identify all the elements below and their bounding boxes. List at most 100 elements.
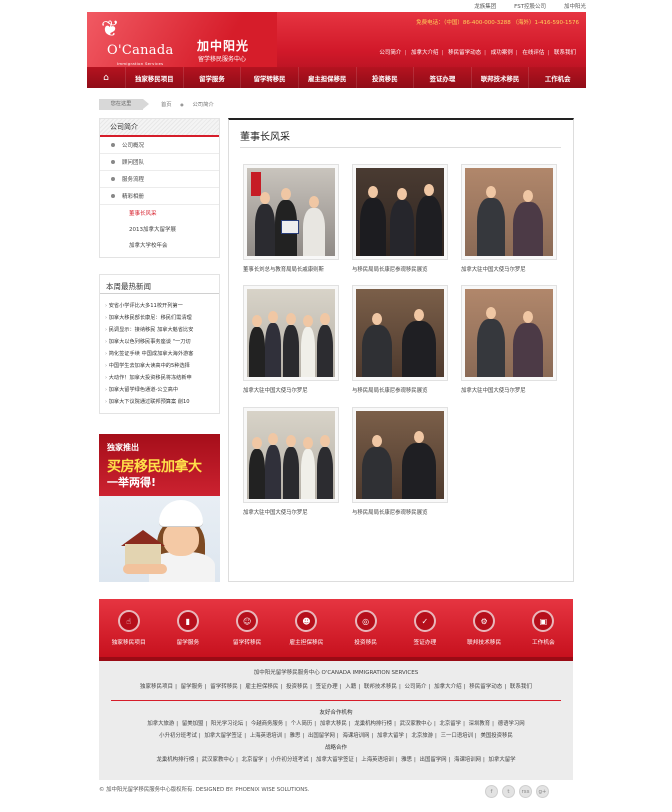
news-item[interactable]: 加拿大下议院通过联邦预算案 削10 — [100, 396, 219, 408]
twitter-icon[interactable]: t — [502, 785, 515, 798]
footer-link[interactable]: 投资移民 — [286, 684, 308, 690]
partner-link[interactable]: 加拿大留学签证 — [204, 733, 242, 739]
strategic-link[interactable]: 武汉家教中心 — [202, 757, 234, 763]
quicklink-about[interactable]: 公司简介 — [379, 50, 401, 56]
strategic-link[interactable]: 北京留学 — [242, 757, 264, 763]
top-link-fst[interactable]: FST控股公司 — [514, 4, 546, 10]
footer-service-investment[interactable]: ◎ 投资移民 — [336, 599, 395, 657]
strategic-link[interactable]: 加拿大留学签证 — [316, 757, 354, 763]
partner-link[interactable]: 三一口语培训 — [441, 733, 473, 739]
strategic-link[interactable]: 龙巢机构排行榜 — [156, 757, 194, 763]
sidebar-subitem-chairman[interactable]: 董事长风采 — [100, 205, 219, 221]
news-item[interactable]: 民调显示：接纳移民 加拿大魁省比安 — [100, 324, 219, 336]
partner-link[interactable]: 龙巢机构排行榜 — [354, 721, 392, 727]
sidebar-subitem-expo[interactable]: 2013加拿大留学展 — [100, 221, 219, 237]
top-link-jiazhong[interactable]: 加中阳光 — [564, 4, 586, 10]
footer-link[interactable]: 入籍 — [345, 684, 356, 690]
nav-skilled[interactable]: 联邦技术移民 — [470, 67, 529, 88]
photo-card[interactable]: 加拿大驻中国大使马尔罗尼 — [461, 285, 557, 394]
sidebar-item-album[interactable]: 精彩相册 — [100, 188, 219, 205]
partner-link[interactable]: 阳光学习论坛 — [211, 721, 243, 727]
google-plus-icon[interactable]: g+ — [536, 785, 549, 798]
footer-link[interactable]: 雇主担保移民 — [245, 684, 278, 690]
partner-link[interactable]: 美国投资移民 — [480, 733, 512, 739]
strategic-link[interactable]: 雅思 — [401, 757, 412, 763]
nav-study[interactable]: 留学服务 — [182, 67, 241, 88]
footer-service-study-immigrate[interactable]: ☺ 留学转移民 — [218, 599, 277, 657]
home-icon[interactable]: ⌂ — [87, 67, 125, 88]
photo-card[interactable]: 董事长刘总与教育局局长戚康则斯 — [243, 164, 339, 273]
news-item[interactable]: 简化签证手续 中国成加拿大海外游客 — [100, 348, 219, 360]
photo-card[interactable]: 加拿大驻中国大使马尔罗尼 — [243, 407, 339, 516]
footer-service-jobs[interactable]: ▣ 工作机会 — [514, 599, 573, 657]
quicklink-canada[interactable]: 加拿大介绍 — [411, 50, 439, 56]
footer-service-skilled[interactable]: ⚙ 联邦技术移民 — [455, 599, 514, 657]
nav-employer[interactable]: 雇主担保移民 — [297, 67, 356, 88]
sidebar-item-overview[interactable]: 公司概况 — [100, 137, 219, 154]
nav-visa[interactable]: 签证办理 — [413, 67, 471, 88]
top-link-longzu[interactable]: 龙族集团 — [474, 4, 496, 10]
footer-link[interactable]: 留学服务 — [181, 684, 203, 690]
nav-jobs[interactable]: 工作机会 — [528, 67, 586, 88]
strategic-link[interactable]: 出国留学网 — [420, 757, 447, 763]
partner-link[interactable]: 北京旅游 — [411, 733, 433, 739]
footer-link[interactable]: 联邦技术移民 — [364, 684, 397, 690]
footer-link[interactable]: 加拿大介绍 — [434, 684, 462, 690]
partner-link[interactable]: 留美加盟 — [182, 721, 204, 727]
quicklink-assess[interactable]: 在线评估 — [522, 50, 544, 56]
quicklink-news[interactable]: 移民留学动态 — [448, 50, 481, 56]
news-item[interactable]: 加拿大以色列移民事务座谈 "一刀切 — [100, 336, 219, 348]
partner-link[interactable]: 深圳教育 — [469, 721, 491, 727]
nav-study-to-immigrate[interactable]: 留学转移民 — [240, 67, 298, 88]
strategic-link[interactable]: 上海英语培训 — [361, 757, 393, 763]
footer-service-visa[interactable]: ✓ 签证办理 — [395, 599, 454, 657]
footer-link[interactable]: 留学转移民 — [210, 684, 238, 690]
footer-service-employer[interactable]: ☻ 雇主担保移民 — [277, 599, 336, 657]
photo-card[interactable]: 与移民局局长康尼参观移民展览 — [352, 164, 448, 273]
footer-service-exclusive[interactable]: ☝ 独家移民项目 — [99, 599, 158, 657]
footer-link[interactable]: 移民留学动态 — [469, 684, 502, 690]
news-item[interactable]: 安省小学评比大多11校开列第一 — [100, 300, 219, 312]
sidebar-item-team[interactable]: 顾问团队 — [100, 154, 219, 171]
quicklink-cases[interactable]: 成功案例 — [491, 50, 513, 56]
partner-link[interactable]: 武汉家教中心 — [400, 721, 432, 727]
partner-link[interactable]: 出国留学网 — [308, 733, 335, 739]
nav-exclusive[interactable]: 独家移民项目 — [125, 67, 183, 88]
footer-service-study[interactable]: ▮ 留学服务 — [158, 599, 217, 657]
strategic-link[interactable]: 小升初分班考试 — [271, 757, 309, 763]
partner-link[interactable]: 德语学习网 — [498, 721, 525, 727]
partner-link[interactable]: 加拿大留学 — [377, 733, 404, 739]
sidebar-item-label: 顾问团队 — [122, 160, 145, 166]
partner-link[interactable]: 今越商务服务 — [251, 721, 283, 727]
footer-link[interactable]: 公司简介 — [405, 684, 427, 690]
photo-card[interactable]: 与移民局局长康尼参观移民展览 — [352, 285, 448, 394]
news-item[interactable]: 加拿大留学绿色通道-公立高中 — [100, 384, 219, 396]
strategic-link[interactable]: 海课培训网 — [454, 757, 481, 763]
partner-link[interactable]: 北京留学 — [439, 721, 461, 727]
rss-icon[interactable]: rss — [519, 785, 532, 798]
nav-investment[interactable]: 投资移民 — [355, 67, 414, 88]
sidebar-subitem-annual[interactable]: 加拿大学校年会 — [100, 237, 219, 253]
news-item[interactable]: 加拿大移民部长康尼：移民们需清理 — [100, 312, 219, 324]
partner-link[interactable]: 小升初分班考试 — [159, 733, 197, 739]
strategic-link[interactable]: 加拿大留学 — [489, 757, 516, 763]
partner-link[interactable]: 上海英语培训 — [250, 733, 282, 739]
photo-card[interactable]: 加拿大驻中国大使马尔罗尼 — [461, 164, 557, 273]
footer-link[interactable]: 独家移民项目 — [140, 684, 173, 690]
news-item[interactable]: 中国学生去加拿大读高中的5种选择 — [100, 360, 219, 372]
footer-link[interactable]: 签证办理 — [316, 684, 338, 690]
partner-link[interactable]: 加拿大移民 — [320, 721, 347, 727]
footer-link[interactable]: 联系我们 — [510, 684, 532, 690]
photo-card[interactable]: 加拿大驻中国大使马尔罗尼 — [243, 285, 339, 394]
breadcrumb-home[interactable]: 首页 — [161, 102, 172, 108]
photo-card[interactable]: 与移民局局长康尼参观移民展览 — [352, 407, 448, 516]
partner-link[interactable]: 海课培训网 — [342, 733, 369, 739]
quicklink-contact[interactable]: 联系我们 — [554, 50, 576, 56]
partner-link[interactable]: 加拿大旅游 — [147, 721, 174, 727]
promo-banner[interactable]: 独家推出 买房移民加拿大 一举两得! — [99, 434, 220, 582]
facebook-icon[interactable]: f — [485, 785, 498, 798]
partner-link[interactable]: 雅思 — [290, 733, 301, 739]
sidebar-item-process[interactable]: 服务流程 — [100, 171, 219, 188]
partner-link[interactable]: 个人简历 — [291, 721, 313, 727]
news-item[interactable]: 大动作！加拿大投资移民将冻结新申 — [100, 372, 219, 384]
